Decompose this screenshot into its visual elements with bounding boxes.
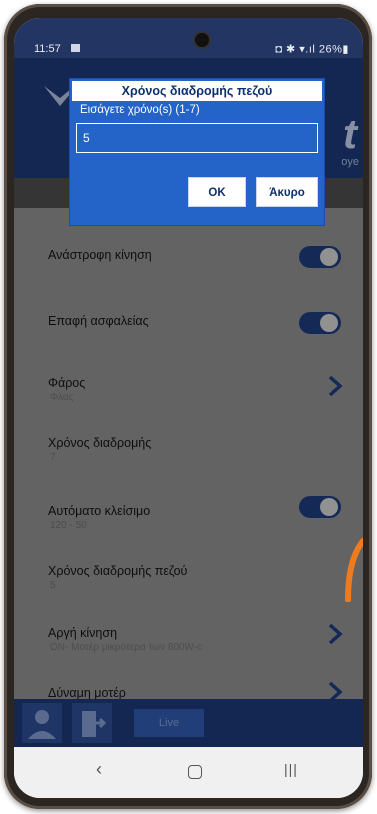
back-icon[interactable]: ‹ xyxy=(96,759,102,780)
home-icon[interactable] xyxy=(188,765,202,779)
dialog-prompt: Εισάγετε χρόνο(s) (1-7) xyxy=(80,104,200,116)
time-input[interactable]: 5 xyxy=(76,123,318,153)
recent-apps-icon[interactable]: ||| xyxy=(284,761,298,777)
orange-swoosh-icon xyxy=(345,538,363,602)
phone-frame: 11:57 ◘ ✱ ▾.ıl 26%▮ t oye Ανάστροφη κίνη… xyxy=(4,4,372,809)
front-camera xyxy=(195,33,209,47)
screen: 11:57 ◘ ✱ ▾.ıl 26%▮ t oye Ανάστροφη κίνη… xyxy=(14,18,363,798)
status-bar: 11:57 ◘ ✱ ▾.ıl 26%▮ xyxy=(14,18,363,58)
image-notification-icon xyxy=(71,44,80,52)
ok-button[interactable]: OK xyxy=(188,177,246,207)
dialog-title: Χρόνος διαδρομής πεζού xyxy=(72,81,322,101)
android-nav-bar: ‹ ||| xyxy=(14,747,363,798)
cancel-button[interactable]: Άκυρο xyxy=(256,177,318,207)
status-indicators: ◘ ✱ ▾.ıl 26%▮ xyxy=(275,43,349,56)
pedestrian-time-dialog: Χρόνος διαδρομής πεζού Εισάγετε χρόνο(s)… xyxy=(69,78,325,226)
status-time: 11:57 xyxy=(34,43,61,55)
